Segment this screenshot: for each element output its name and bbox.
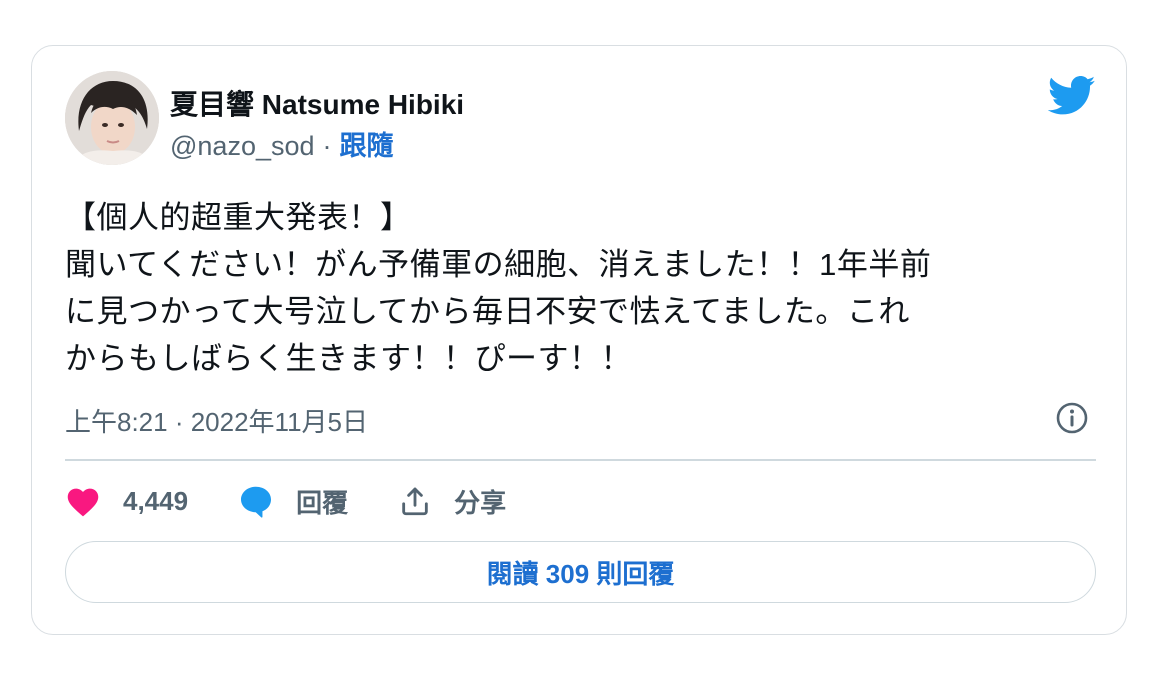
reply-button[interactable]: 回覆 — [238, 483, 348, 520]
tweet-card: 夏目響 Natsume Hibiki @nazo_sod · 跟隨 【個人的超重大発… — [31, 45, 1127, 635]
reply-bubble-icon — [241, 486, 272, 518]
heart-icon — [67, 488, 99, 517]
divider — [65, 459, 1096, 461]
tweet-actions: 4,449 回覆 分享 — [65, 481, 556, 521]
share-button[interactable]: 分享 — [398, 483, 506, 520]
read-replies-button[interactable]: 閱讀 309 則回覆 — [65, 541, 1096, 603]
follow-button[interactable]: 跟隨 — [340, 131, 394, 161]
tweet-timestamp[interactable]: 上午8:21 · 2022年11月5日 — [65, 402, 368, 439]
reply-label: 回覆 — [296, 487, 349, 518]
share-label: 分享 — [454, 487, 507, 518]
twitter-bird-icon[interactable] — [1048, 76, 1096, 116]
author-handle-row: @nazo_sod · 跟隨 — [170, 124, 394, 163]
share-icon — [402, 487, 428, 516]
author-display-name[interactable]: 夏目響 Natsume Hibiki — [170, 83, 464, 123]
like-count: 4,449 — [123, 485, 189, 516]
info-icon[interactable] — [1055, 401, 1089, 435]
like-button[interactable]: 4,449 — [65, 485, 188, 517]
avatar[interactable] — [65, 71, 159, 165]
author-handle[interactable]: @nazo_sod — [170, 131, 315, 161]
separator-dot: · — [322, 131, 332, 161]
tweet-text: 【個人的超重大発表！】 聞いてください！がん予備軍の細胞、消えました！！1年半前… — [65, 200, 932, 376]
